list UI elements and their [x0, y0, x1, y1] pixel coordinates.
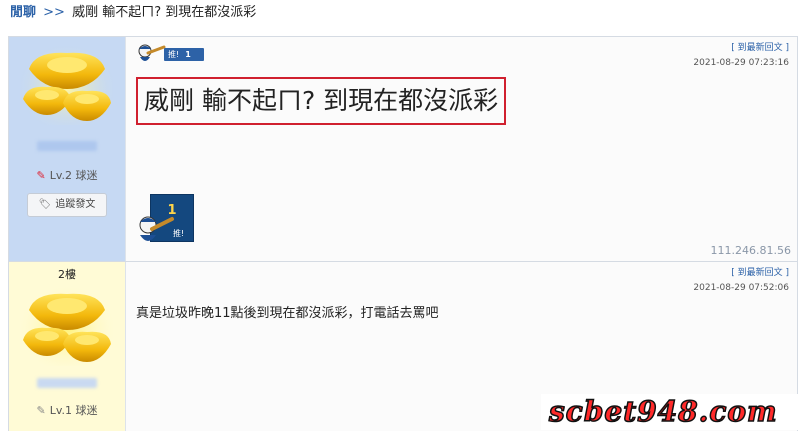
post-author-sidebar: 2樓 ✎ Lv.1 球迷 [9, 262, 125, 431]
post-author-sidebar: ✎ Lv.2 球迷 🏷 追蹤發文 [9, 37, 125, 261]
user-level: ✎ Lv.1 球迷 [9, 402, 125, 418]
push-label-text: 推! [168, 50, 180, 59]
post-original: ✎ Lv.2 球迷 🏷 追蹤發文 推! 1 [ 到最新回文 ] 2021-08-29 … [9, 37, 797, 262]
breadcrumb: 閒聊 >> 威剛 輸不起ㄇ? 到現在都沒派彩 [10, 3, 256, 23]
jump-to-latest-link[interactable]: [ 到最新回文 ] [731, 43, 789, 53]
jump-to-latest-link[interactable]: [ 到最新回文 ] [731, 268, 789, 278]
tag-icon: 🏷 [38, 199, 52, 210]
username-blurred[interactable] [37, 141, 97, 151]
push-badge[interactable]: 推! 1 [136, 44, 206, 63]
gold-ingot-icon[interactable] [21, 284, 113, 366]
gold-ingot-icon[interactable] [21, 43, 113, 125]
user-level: ✎ Lv.2 球迷 [9, 167, 125, 183]
username-blurred[interactable] [37, 378, 97, 388]
watermark-text: scbet948.com [548, 394, 778, 429]
baseball-mascot-icon [139, 216, 174, 241]
user-rank-text: 球迷 [75, 169, 98, 182]
user-rank-text: 球迷 [75, 404, 98, 417]
post-timestamp: 2021-08-29 07:23:16 [693, 58, 789, 68]
breadcrumb-board-link[interactable]: 閒聊 [10, 5, 36, 20]
user-level-text: Lv.2 [49, 169, 72, 182]
push-count: 1 [185, 50, 191, 59]
post-content: 真是垃圾昨晚11點後到現在都沒派彩，打電話去罵吧 [136, 306, 439, 321]
post-content-highlighted: 威剛 輸不起ㄇ? 到現在都沒派彩 [136, 77, 507, 125]
floor-number: 2樓 [58, 268, 76, 281]
baseball-mascot-icon [138, 44, 166, 61]
grey-pen-icon: ✎ [36, 404, 46, 417]
track-posts-button[interactable]: 🏷 追蹤發文 [27, 193, 107, 217]
post-timestamp: 2021-08-29 07:52:06 [693, 283, 789, 293]
post-meta: [ 到最新回文 ] 2021-08-29 07:23:16 [693, 41, 789, 71]
post-body: 推! 1 [ 到最新回文 ] 2021-08-29 07:23:16 威剛 輸不起… [125, 37, 797, 261]
poster-ip: 111.246.81.56 [710, 244, 791, 257]
thread-container: ✎ Lv.2 球迷 🏷 追蹤發文 推! 1 [ 到最新回文 ] 2021-08-29 … [8, 36, 798, 431]
user-level-text: Lv.1 [49, 404, 72, 417]
breadcrumb-separator: >> [43, 5, 65, 20]
site-watermark: scbet948.com [541, 394, 799, 430]
push-label: 推! 1 [164, 48, 204, 61]
track-posts-label: 追蹤發文 [55, 199, 96, 210]
red-pen-icon: ✎ [36, 169, 46, 182]
breadcrumb-topic: 威剛 輸不起ㄇ? 到現在都沒派彩 [72, 5, 257, 20]
post-meta: [ 到最新回文 ] 2021-08-29 07:52:06 [693, 266, 789, 296]
